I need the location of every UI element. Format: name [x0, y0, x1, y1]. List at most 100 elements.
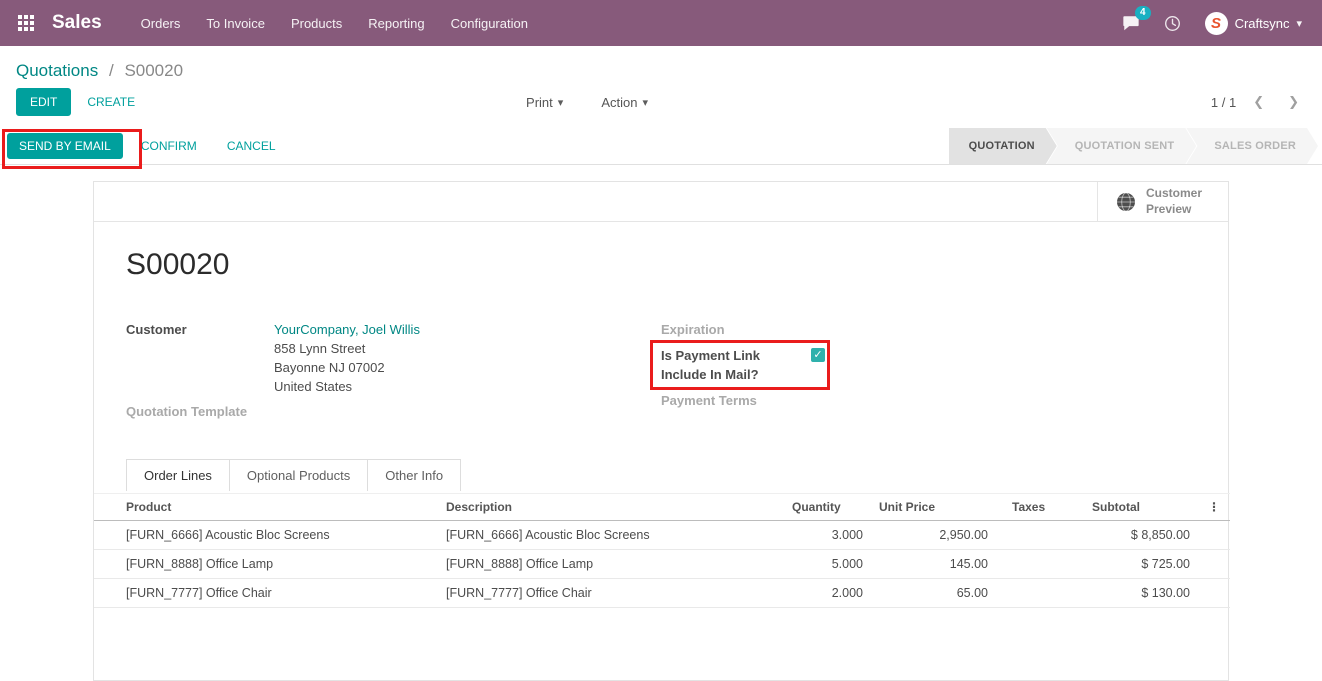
messages-icon[interactable]: 4 [1122, 14, 1140, 32]
cell-unit-price: 2,950.00 [871, 521, 996, 550]
user-name: Craftsync [1235, 16, 1290, 31]
payment-link-label: Is Payment Link Include In Mail? [661, 346, 811, 384]
status-step-sales-order[interactable]: SALES ORDER [1186, 128, 1318, 164]
cell-end [1198, 550, 1230, 579]
table-row[interactable]: [FURN_7777] Office Chair [FURN_7777] Off… [94, 579, 1230, 608]
statusbar: SEND BY EMAIL CONFIRM CANCEL QUOTATION Q… [0, 128, 1322, 165]
cell-taxes [996, 550, 1084, 579]
breadcrumb-quotations[interactable]: Quotations [16, 61, 98, 80]
pager-counter: 1 / 1 [1211, 95, 1236, 110]
status-step-quotation[interactable]: QUOTATION [949, 128, 1057, 164]
action-dropdown[interactable]: Action ▾ [601, 95, 648, 110]
table-header-row: Product Description Quantity Unit Price … [94, 494, 1230, 521]
tab-optional-products[interactable]: Optional Products [230, 459, 368, 491]
cell-quantity: 3.000 [784, 521, 871, 550]
breadcrumb-current: S00020 [124, 61, 183, 80]
caret-down-icon: ▾ [642, 96, 648, 109]
caret-down-icon: ▾ [1296, 17, 1302, 30]
cell-unit-price: 145.00 [871, 550, 996, 579]
address-country: United States [274, 377, 420, 396]
status-steps: QUOTATION QUOTATION SENT SALES ORDER [949, 128, 1318, 164]
column-taxes[interactable]: Taxes [996, 494, 1084, 521]
cell-unit-price: 65.00 [871, 579, 996, 608]
app-name[interactable]: Sales [52, 12, 102, 34]
breadcrumb: Quotations / S00020 [0, 46, 1322, 88]
document-title: S00020 [126, 248, 1196, 282]
cell-quantity: 5.000 [784, 550, 871, 579]
address-street: 858 Lynn Street [274, 339, 420, 358]
systray: 4 S Craftsync ▾ [1122, 12, 1308, 35]
menu-orders[interactable]: Orders [128, 0, 194, 46]
cell-product: [FURN_6666] Acoustic Bloc Screens [94, 521, 438, 550]
caret-down-icon: ▾ [558, 96, 564, 109]
confirm-button[interactable]: CONFIRM [129, 134, 209, 158]
cell-taxes [996, 579, 1084, 608]
apps-menu-icon[interactable] [18, 15, 34, 31]
create-button[interactable]: CREATE [75, 89, 147, 115]
column-quantity[interactable]: Quantity [784, 494, 871, 521]
customer-preview-button[interactable]: Customer Preview [1097, 182, 1228, 221]
send-by-email-button[interactable]: SEND BY EMAIL [7, 133, 123, 159]
cell-end [1198, 579, 1230, 608]
customer-label: Customer [126, 320, 274, 396]
cell-description: [FURN_6666] Acoustic Bloc Screens [438, 521, 784, 550]
pager-next-icon[interactable]: ❯ [1281, 94, 1306, 110]
right-field-column: Expiration Is Payment Link Include In Ma… [661, 320, 1196, 421]
menu-configuration[interactable]: Configuration [438, 0, 541, 46]
expiration-label: Expiration [661, 320, 809, 339]
cell-taxes [996, 521, 1084, 550]
sheet-top-bar: Customer Preview [94, 182, 1228, 222]
address-city: Bayonne NJ 07002 [274, 358, 420, 377]
cancel-button[interactable]: CANCEL [215, 134, 288, 158]
tab-other-info[interactable]: Other Info [368, 459, 461, 491]
cell-subtotal: $ 8,850.00 [1084, 521, 1198, 550]
edit-button[interactable]: EDIT [16, 88, 71, 116]
column-product[interactable]: Product [94, 494, 438, 521]
order-lines-table: Product Description Quantity Unit Price … [94, 493, 1228, 608]
table-row[interactable]: [FURN_8888] Office Lamp [FURN_8888] Offi… [94, 550, 1230, 579]
pager: 1 / 1 ❮ ❯ [1211, 94, 1306, 110]
user-avatar: S [1205, 12, 1228, 35]
cell-description: [FURN_8888] Office Lamp [438, 550, 784, 579]
pager-previous-icon[interactable]: ❮ [1246, 94, 1271, 110]
column-subtotal[interactable]: Subtotal [1084, 494, 1198, 521]
status-step-quotation-sent[interactable]: QUOTATION SENT [1047, 128, 1197, 164]
column-description[interactable]: Description [438, 494, 784, 521]
clock-icon [1164, 15, 1181, 32]
user-menu[interactable]: S Craftsync ▾ [1205, 12, 1302, 35]
action-label: Action [601, 95, 637, 110]
cell-subtotal: $ 130.00 [1084, 579, 1198, 608]
cell-end [1198, 521, 1230, 550]
table-row[interactable]: [FURN_6666] Acoustic Bloc Screens [FURN_… [94, 521, 1230, 550]
customer-link[interactable]: YourCompany, Joel Willis [274, 320, 420, 339]
messages-badge: 4 [1135, 6, 1151, 20]
quotation-template-label: Quotation Template [126, 402, 274, 421]
tab-order-lines[interactable]: Order Lines [126, 459, 230, 491]
activities-clock-icon[interactable] [1164, 15, 1181, 32]
breadcrumb-separator: / [109, 61, 114, 80]
check-icon: ✓ [813, 349, 822, 361]
main-menu: Orders To Invoice Products Reporting Con… [128, 0, 541, 46]
menu-to-invoice[interactable]: To Invoice [193, 0, 278, 46]
optional-columns-icon[interactable]: ⋮ [1198, 494, 1230, 521]
menu-reporting[interactable]: Reporting [355, 0, 437, 46]
print-label: Print [526, 95, 553, 110]
column-unit-price[interactable]: Unit Price [871, 494, 996, 521]
payment-link-checkbox[interactable]: ✓ [811, 348, 825, 362]
payment-terms-label: Payment Terms [661, 391, 809, 410]
top-navbar: Sales Orders To Invoice Products Reporti… [0, 0, 1322, 46]
notebook-tabs: Order Lines Optional Products Other Info [126, 459, 1196, 491]
customer-preview-label: Customer Preview [1146, 186, 1210, 217]
globe-icon [1116, 192, 1136, 212]
control-panel: EDIT CREATE Print ▾ Action ▾ 1 / 1 ❮ ❯ [0, 88, 1322, 128]
cell-product: [FURN_7777] Office Chair [94, 579, 438, 608]
cell-product: [FURN_8888] Office Lamp [94, 550, 438, 579]
payment-link-field: Is Payment Link Include In Mail? ✓ [661, 346, 1196, 384]
left-field-column: Customer YourCompany, Joel Willis 858 Ly… [126, 320, 661, 421]
payment-link-label-line2: Include In Mail? [661, 365, 811, 384]
print-dropdown[interactable]: Print ▾ [526, 95, 563, 110]
menu-products[interactable]: Products [278, 0, 355, 46]
cell-subtotal: $ 725.00 [1084, 550, 1198, 579]
cell-quantity: 2.000 [784, 579, 871, 608]
cell-description: [FURN_7777] Office Chair [438, 579, 784, 608]
